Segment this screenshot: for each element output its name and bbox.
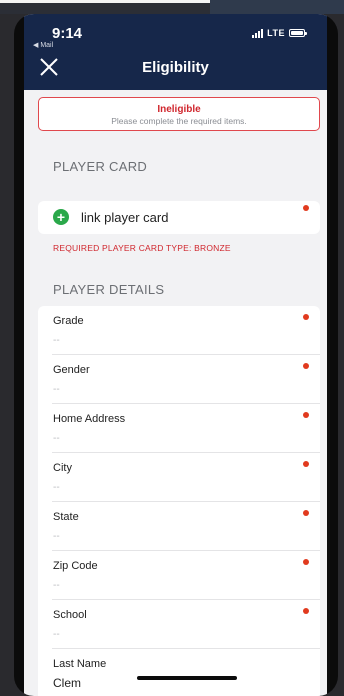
status-indicators: LTE	[252, 28, 307, 38]
required-indicator-dot	[303, 559, 309, 565]
banner-title: Ineligible	[157, 104, 201, 115]
player-details-section-header: PLAYER DETAILS	[53, 282, 165, 297]
field-label: School	[53, 609, 87, 621]
required-indicator-dot	[303, 461, 309, 467]
back-to-mail-link[interactable]: ◀ Mail	[33, 41, 53, 49]
required-indicator-dot	[303, 314, 309, 320]
field-value: --	[53, 629, 60, 640]
field-label: Home Address	[53, 413, 126, 425]
field-value: --	[53, 482, 60, 493]
field-label: Gender	[53, 364, 90, 376]
required-card-type-note: REQUIRED PLAYER CARD TYPE: BRONZE	[53, 243, 231, 253]
window-top-background	[210, 0, 344, 14]
network-label: LTE	[267, 28, 285, 38]
signal-icon	[252, 28, 264, 38]
window-top-bar	[0, 0, 218, 3]
field-value: --	[53, 384, 60, 395]
field-value: --	[53, 335, 60, 346]
field-last-name[interactable]: Last Name Clem	[38, 649, 320, 696]
field-label: Last Name	[53, 658, 107, 670]
field-label: City	[53, 462, 72, 474]
required-indicator-dot	[303, 363, 309, 369]
player-details-list: Grade -- Gender -- Home Address -- City …	[38, 306, 320, 696]
home-indicator[interactable]	[137, 676, 237, 680]
field-state[interactable]: State --	[38, 502, 320, 551]
field-label: Zip Code	[53, 560, 98, 572]
field-home-address[interactable]: Home Address --	[38, 404, 320, 453]
link-player-card-label: link player card	[81, 210, 169, 225]
player-card-section-header: PLAYER CARD	[53, 159, 148, 174]
window-top-strip	[0, 0, 344, 14]
required-indicator-dot	[303, 205, 309, 211]
navigation-bar: 9:14 ◀ Mail LTE Eligibility	[24, 14, 327, 90]
battery-icon	[289, 29, 307, 37]
phone-frame: 9:14 ◀ Mail LTE Eligibility Ineligible P	[14, 14, 338, 696]
page-title: Eligibility	[142, 59, 209, 76]
field-gender[interactable]: Gender --	[38, 355, 320, 404]
ineligible-banner: Ineligible Please complete the required …	[38, 97, 320, 131]
add-icon: +	[53, 209, 69, 225]
field-value: --	[53, 580, 60, 591]
required-indicator-dot	[303, 510, 309, 516]
banner-subtitle: Please complete the required items.	[111, 116, 247, 126]
field-value: Clem	[53, 676, 82, 690]
field-label: State	[53, 511, 79, 523]
field-zip-code[interactable]: Zip Code --	[38, 551, 320, 600]
status-time: 9:14	[52, 25, 83, 42]
field-city[interactable]: City --	[38, 453, 320, 502]
field-label: Grade	[53, 315, 84, 327]
field-value: --	[53, 531, 60, 542]
required-indicator-dot	[303, 412, 309, 418]
required-indicator-dot	[303, 608, 309, 614]
app-screen: 9:14 ◀ Mail LTE Eligibility Ineligible P	[24, 14, 327, 696]
field-value: --	[53, 433, 60, 444]
link-player-card-button[interactable]: + link player card	[38, 201, 320, 234]
field-school[interactable]: School --	[38, 600, 320, 649]
field-grade[interactable]: Grade --	[38, 306, 320, 355]
